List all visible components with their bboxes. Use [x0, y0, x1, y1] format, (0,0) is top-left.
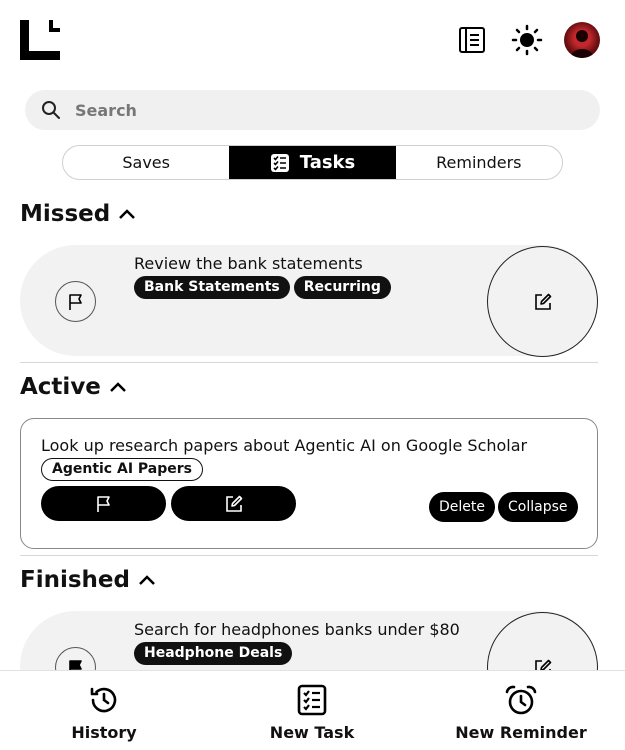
tag-chip[interactable]: Agentic AI Papers: [41, 458, 203, 481]
delete-button[interactable]: Delete: [429, 492, 495, 522]
task-tags: Bank Statements Recurring: [134, 276, 395, 299]
chevron-up-icon: [139, 575, 155, 585]
nav-new-reminder[interactable]: New Reminder: [417, 671, 625, 750]
search-input[interactable]: [75, 100, 575, 120]
flag-button[interactable]: [41, 486, 166, 521]
user-avatar[interactable]: [564, 22, 600, 58]
section-missed-title: Missed: [20, 201, 111, 227]
search-icon: [42, 101, 60, 119]
sun-icon: [511, 24, 543, 56]
divider: [20, 362, 598, 363]
tab-tasks[interactable]: Tasks: [229, 146, 396, 179]
task-title: Search for headphones banks under $80: [134, 620, 460, 639]
app-logo[interactable]: [20, 20, 60, 60]
section-finished-title: Finished: [20, 567, 130, 593]
section-missed-header[interactable]: Missed: [20, 201, 136, 227]
notebook-button[interactable]: [456, 22, 488, 58]
task-title: Review the bank statements: [134, 254, 363, 273]
tab-reminders[interactable]: Reminders: [396, 146, 562, 179]
task-tags: Headphone Deals: [134, 642, 296, 665]
nav-new-task[interactable]: New Task: [208, 671, 416, 750]
bottom-nav: History New Task New Reminder: [0, 670, 625, 750]
chevron-up-icon: [110, 382, 126, 392]
checklist-icon: [297, 684, 327, 716]
task-title: Look up research papers about Agentic AI…: [41, 436, 528, 455]
flag-button[interactable]: [55, 281, 96, 322]
view-tabs: Saves Tasks Reminders: [62, 145, 563, 180]
nav-history-label: History: [71, 723, 137, 742]
nav-new-task-label: New Task: [269, 723, 355, 742]
section-active-header[interactable]: Active: [20, 374, 127, 400]
avatar-silhouette-icon: [570, 30, 594, 58]
theme-toggle-button[interactable]: [511, 22, 543, 58]
divider: [20, 555, 598, 556]
nav-history[interactable]: History: [0, 671, 208, 750]
tag-chip[interactable]: Bank Statements: [134, 276, 290, 299]
notebook-icon: [459, 27, 485, 53]
flag-icon: [68, 293, 82, 310]
section-finished-header[interactable]: Finished: [20, 567, 156, 593]
tag-chip[interactable]: Headphone Deals: [134, 642, 293, 665]
tag-chip[interactable]: Recurring: [293, 276, 391, 299]
edit-button[interactable]: [487, 246, 598, 357]
edit-icon: [534, 293, 551, 310]
tab-tasks-label: Tasks: [299, 152, 356, 173]
search-bar[interactable]: [25, 90, 600, 130]
corner-bracket-logo-icon: [20, 20, 60, 60]
chevron-up-icon: [119, 209, 136, 219]
history-icon: [90, 687, 117, 713]
flag-icon: [96, 495, 110, 512]
checklist-icon: [270, 153, 289, 172]
nav-new-reminder-label: New Reminder: [455, 723, 587, 742]
section-active-title: Active: [20, 374, 101, 400]
tab-saves[interactable]: Saves: [63, 146, 229, 179]
edit-icon: [225, 495, 242, 512]
edit-button[interactable]: [171, 486, 296, 521]
collapse-button[interactable]: Collapse: [498, 492, 578, 522]
task-card-active[interactable]: Look up research papers about Agentic AI…: [20, 418, 598, 549]
alarm-clock-icon: [505, 685, 537, 715]
